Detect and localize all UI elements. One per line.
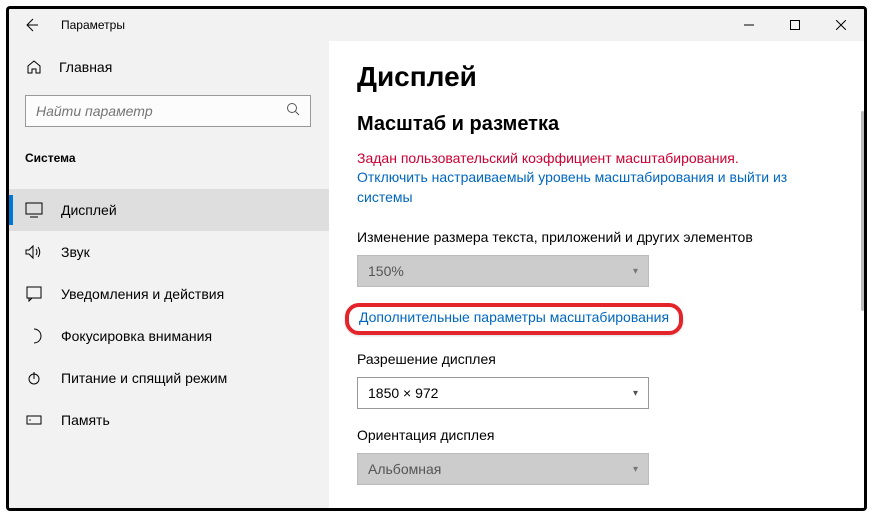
resolution-dropdown[interactable]: 1850 × 972 ▾ <box>357 377 649 409</box>
chevron-down-icon: ▾ <box>633 388 638 399</box>
highlight-annotation: Дополнительные параметры масштабирования <box>345 303 683 335</box>
section-heading: Масштаб и разметка <box>357 113 836 136</box>
content-pane: Дисплей Масштаб и разметка Задан пользов… <box>329 41 864 508</box>
scrollbar-thumb[interactable] <box>861 111 864 311</box>
sidebar-item-storage[interactable]: Память <box>9 399 329 441</box>
sidebar-item-label: Уведомления и действия <box>61 286 224 302</box>
back-button[interactable] <box>21 15 41 35</box>
notification-icon <box>25 285 43 303</box>
window-title: Параметры <box>61 18 125 32</box>
body: Главная Система Дисплей <box>9 41 864 508</box>
scale-field-label: Изменение размера текста, приложений и д… <box>357 229 836 245</box>
section-title: Система <box>9 137 329 173</box>
sidebar-item-power[interactable]: Питание и спящий режим <box>9 357 329 399</box>
sidebar-item-display[interactable]: Дисплей <box>9 189 329 231</box>
focus-icon <box>25 327 43 345</box>
scaling-warning: Задан пользовательский коэффициент масшт… <box>357 150 836 166</box>
sidebar-item-label: Питание и спящий режим <box>61 370 227 386</box>
close-button[interactable] <box>818 9 864 41</box>
advanced-scaling-link[interactable]: Дополнительные параметры масштабирования <box>359 309 669 325</box>
orientation-value: Альбомная <box>368 461 441 477</box>
nav-list: Дисплей Звук Уведомления и действия <box>9 189 329 441</box>
storage-icon <box>25 411 43 429</box>
sidebar-item-label: Фокусировка внимания <box>61 328 212 344</box>
orientation-field-label: Ориентация дисплея <box>357 427 836 443</box>
home-icon <box>25 59 43 75</box>
home-label: Главная <box>59 59 112 75</box>
scale-dropdown: 150% ▾ <box>357 255 649 287</box>
sidebar-item-notifications[interactable]: Уведомления и действия <box>9 273 329 315</box>
settings-window: Параметры Главная <box>6 6 867 511</box>
search-input[interactable] <box>36 103 286 119</box>
scale-value: 150% <box>368 263 404 279</box>
minimize-button[interactable] <box>726 9 772 41</box>
display-icon <box>25 201 43 219</box>
sidebar-item-sound[interactable]: Звук <box>9 231 329 273</box>
disable-custom-scaling-link[interactable]: Отключить настраиваемый уровень масштаби… <box>357 168 836 207</box>
sidebar-item-label: Память <box>61 412 110 428</box>
titlebar: Параметры <box>9 9 864 41</box>
page-heading: Дисплей <box>357 61 836 93</box>
maximize-button[interactable] <box>772 9 818 41</box>
scrollbar[interactable] <box>861 41 864 508</box>
resolution-field-label: Разрешение дисплея <box>357 351 836 367</box>
search-box-container <box>25 95 311 127</box>
sidebar-item-focus[interactable]: Фокусировка внимания <box>9 315 329 357</box>
sidebar: Главная Система Дисплей <box>9 41 329 508</box>
orientation-dropdown: Альбомная ▾ <box>357 453 649 485</box>
sidebar-item-label: Звук <box>61 244 90 260</box>
power-icon <box>25 369 43 387</box>
chevron-down-icon: ▾ <box>633 464 638 475</box>
search-icon <box>286 102 300 121</box>
window-controls <box>726 9 864 41</box>
home-nav[interactable]: Главная <box>9 49 329 85</box>
resolution-value: 1850 × 972 <box>368 385 438 401</box>
sidebar-item-label: Дисплей <box>61 202 117 218</box>
sound-icon <box>25 243 43 261</box>
chevron-down-icon: ▾ <box>633 266 638 277</box>
